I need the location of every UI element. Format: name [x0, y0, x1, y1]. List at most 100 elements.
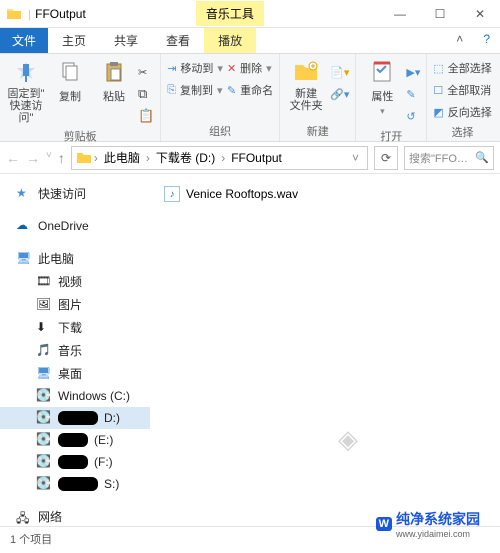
clipboard-group-label: 剪贴板: [6, 126, 154, 144]
copy-to-icon: ⎘: [167, 80, 176, 100]
sidebar-item-this-pc[interactable]: 🖥此电脑: [0, 247, 150, 270]
copy-path-icon[interactable]: ⧉: [138, 84, 154, 104]
paste-button[interactable]: 粘贴: [94, 58, 134, 104]
decorative-shape: ◈: [338, 424, 358, 455]
ribbon-group-clipboard: 固定到" 快速访问" 复制 粘贴 ✂ ⧉ 📋 剪贴板: [0, 54, 161, 141]
chevron-right-icon[interactable]: ›: [146, 151, 150, 165]
audio-file-icon: ♪: [164, 186, 180, 202]
edit-icon[interactable]: ✎: [406, 84, 420, 104]
maximize-button[interactable]: ☐: [420, 0, 460, 28]
title-bar: | FFOutput 音乐工具 — ☐ ✕: [0, 0, 500, 28]
sidebar-item-music[interactable]: 🎵音乐: [0, 339, 150, 362]
ribbon-group-new: 新建 文件夹 📄▾ 🔗▾ 新建: [280, 54, 356, 141]
refresh-button[interactable]: ⟳: [374, 146, 398, 170]
ribbon-tabs: 文件 主页 共享 查看 播放 ˄ ?: [0, 28, 500, 54]
address-dropdown-icon[interactable]: ˅: [348, 151, 363, 165]
new-folder-button[interactable]: 新建 文件夹: [286, 58, 326, 112]
search-placeholder: 搜索"FFOu…: [409, 150, 471, 166]
crumb-this-pc[interactable]: 此电脑: [100, 149, 144, 166]
history-dropdown-icon[interactable]: ˅: [46, 150, 52, 166]
music-icon: 🎵: [36, 343, 52, 359]
delete-button[interactable]: ✕删除▾: [227, 58, 273, 78]
pc-icon: 🖥: [16, 251, 32, 267]
pin-to-quick-access-button[interactable]: 固定到" 快速访问": [6, 58, 46, 124]
address-bar-row: ← → ˅ ↑ › 此电脑 › 下载卷 (D:) › FFOutput ˅ ⟳ …: [0, 142, 500, 174]
ribbon-group-select: ⬚全部选择 ☐全部取消 ◩反向选择 选择: [427, 54, 497, 141]
sidebar-item-drive-c[interactable]: 💽Windows (C:): [0, 385, 150, 407]
invert-selection-button[interactable]: ◩反向选择: [433, 102, 491, 122]
file-name: Venice Rooftops.wav: [186, 187, 298, 201]
copy-to-button[interactable]: ⎘复制到▾: [167, 80, 223, 100]
sidebar-item-videos[interactable]: 🎞视频: [0, 270, 150, 293]
easy-access-icon[interactable]: 🔗▾: [330, 84, 349, 104]
help-icon[interactable]: ?: [473, 28, 500, 53]
crumb-drive-d[interactable]: 下载卷 (D:): [152, 149, 219, 166]
sidebar-item-downloads[interactable]: ⬇下载: [0, 316, 150, 339]
cut-icon[interactable]: ✂: [138, 62, 154, 82]
tab-view[interactable]: 查看: [152, 28, 204, 53]
network-icon: 🖧: [16, 509, 32, 525]
file-list[interactable]: ♪ Venice Rooftops.wav: [150, 174, 500, 526]
ribbon-group-open: 属性 ▾ ▶▾ ✎ ↺ 打开: [356, 54, 427, 141]
sidebar-item-drive-f[interactable]: 💽xxx(F:): [0, 451, 150, 473]
copy-button[interactable]: 复制: [50, 58, 90, 104]
breadcrumb[interactable]: › 此电脑 › 下载卷 (D:) › FFOutput ˅: [71, 146, 368, 170]
context-tab-music-tools[interactable]: 音乐工具: [196, 1, 264, 26]
ribbon-expand-icon[interactable]: ˄: [446, 28, 473, 53]
sidebar-item-drive-s[interactable]: 💽xxxxS:): [0, 473, 150, 495]
back-button[interactable]: ←: [6, 150, 20, 166]
minimize-button[interactable]: —: [380, 0, 420, 28]
chevron-down-icon: ▾: [380, 106, 385, 117]
forward-button[interactable]: →: [26, 150, 40, 166]
rename-button[interactable]: ✎重命名: [227, 80, 273, 100]
search-icon: 🔍: [475, 151, 489, 164]
file-item[interactable]: ♪ Venice Rooftops.wav: [160, 184, 490, 204]
properties-label: 属性: [371, 88, 393, 104]
chevron-right-icon[interactable]: ›: [221, 151, 225, 165]
open-group-label: 打开: [362, 126, 420, 144]
organize-group-label: 组织: [167, 121, 273, 139]
copy-icon: [56, 58, 84, 86]
tab-home[interactable]: 主页: [48, 28, 100, 53]
navigation-pane: ★快速访问 ☁OneDrive 🖥此电脑 🎞视频 🖼图片 ⬇下载 🎵音乐 🖥桌面…: [0, 174, 150, 526]
paste-label: 粘贴: [103, 88, 125, 104]
drive-icon: 💽: [36, 476, 52, 492]
select-none-button[interactable]: ☐全部取消: [433, 80, 491, 100]
tab-file[interactable]: 文件: [0, 28, 48, 53]
cloud-icon: ☁: [16, 218, 32, 234]
watermark-text: 纯净系统家园: [396, 509, 480, 529]
item-count: 1 个项目: [10, 531, 52, 547]
window-title: FFOutput: [35, 7, 86, 21]
nav-buttons: ← → ˅ ↑: [6, 150, 65, 166]
open-icon[interactable]: ▶▾: [406, 62, 420, 82]
move-to-button[interactable]: ⇥移动到▾: [167, 58, 223, 78]
sidebar-item-network[interactable]: 🖧网络: [0, 505, 150, 526]
paste-shortcut-icon[interactable]: 📋: [138, 106, 154, 126]
new-item-icon[interactable]: 📄▾: [330, 62, 349, 82]
watermark-url: www.yidaimei.com: [396, 529, 480, 539]
pictures-icon: 🖼: [36, 297, 52, 313]
sidebar-item-pictures[interactable]: 🖼图片: [0, 293, 150, 316]
properties-button[interactable]: 属性 ▾: [362, 58, 402, 117]
pin-label: 固定到" 快速访问": [6, 88, 46, 124]
sidebar-item-desktop[interactable]: 🖥桌面: [0, 362, 150, 385]
qat-separator: |: [28, 7, 31, 21]
close-button[interactable]: ✕: [460, 0, 500, 28]
properties-icon: [368, 58, 396, 86]
copy-label: 复制: [59, 88, 81, 104]
ribbon: 固定到" 快速访问" 复制 粘贴 ✂ ⧉ 📋 剪贴板 ⇥移动到▾ ⎘复制到▾: [0, 54, 500, 142]
chevron-right-icon[interactable]: ›: [94, 151, 98, 165]
sidebar-item-drive-d[interactable]: 💽xxxxD:): [0, 407, 150, 429]
drive-icon: 💽: [36, 454, 52, 470]
crumb-ffoutput[interactable]: FFOutput: [227, 151, 286, 165]
up-button[interactable]: ↑: [58, 150, 65, 166]
sidebar-item-onedrive[interactable]: ☁OneDrive: [0, 215, 150, 237]
sidebar-item-drive-e[interactable]: 💽xxx(E:): [0, 429, 150, 451]
select-all-button[interactable]: ⬚全部选择: [433, 58, 491, 78]
tab-share[interactable]: 共享: [100, 28, 152, 53]
ribbon-group-organize: ⇥移动到▾ ⎘复制到▾ ✕删除▾ ✎重命名 组织: [161, 54, 280, 141]
history-icon[interactable]: ↺: [406, 106, 420, 126]
sidebar-item-quick-access[interactable]: ★快速访问: [0, 182, 150, 205]
tab-play[interactable]: 播放: [204, 28, 256, 53]
search-input[interactable]: 搜索"FFOu… 🔍: [404, 146, 494, 170]
